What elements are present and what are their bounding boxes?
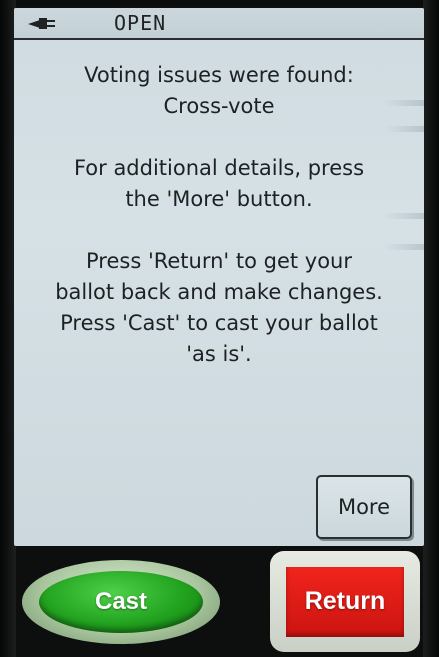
message-line: Voting issues were found: [84,63,354,87]
device-bezel-right [423,0,439,657]
issue-type: Cross-vote [163,94,275,118]
message-line: 'as is'. [186,342,252,366]
message-line: Press 'Return' to get your [86,249,352,273]
cast-button-label: Cast [39,571,203,633]
plug-icon [28,18,55,29]
message-line: For additional details, press [73,156,365,180]
status-text: OPEN [114,11,167,35]
return-button-label: Return [286,566,404,637]
cast-button[interactable]: Cast [22,560,220,644]
message-line: Press 'Cast' to cast your ballot [60,311,378,335]
return-button[interactable]: Return [270,551,420,652]
message-line: ballot back and make changes. [55,280,383,304]
status-bar: OPEN [14,8,424,40]
message-line: the 'More' button. [125,187,313,211]
touch-screen: OPEN Voting issues were found: Cross-vot… [14,8,424,546]
voting-issues-message: Voting issues were found: Cross-vote For… [14,60,424,370]
more-button[interactable]: More [316,475,412,539]
device-bezel-top [0,0,439,6]
